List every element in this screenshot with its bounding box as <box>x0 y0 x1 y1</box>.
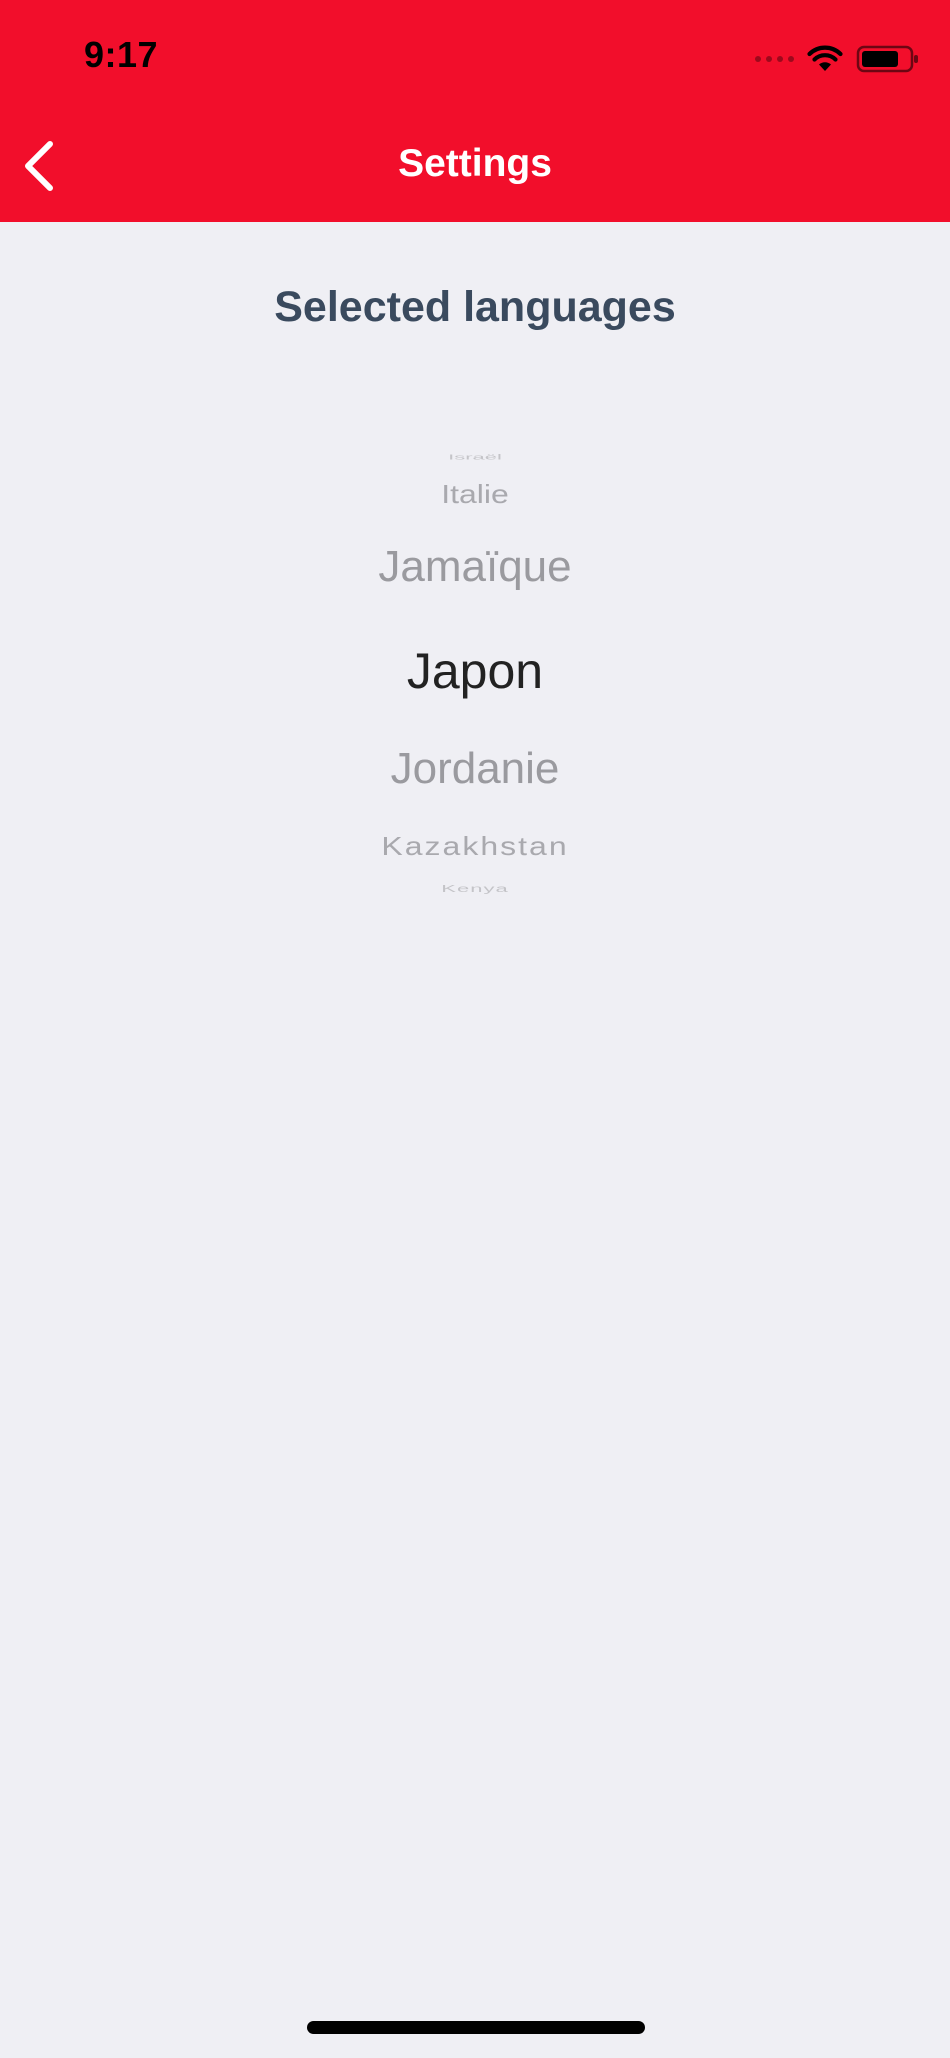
settings-screen: 9:17 Settings Selected languages Israël … <box>0 0 950 2058</box>
picker-item[interactable]: Kazakhstan <box>0 831 950 861</box>
picker-item[interactable]: Kenya <box>0 883 950 895</box>
picker-item[interactable]: Israël <box>0 452 950 461</box>
home-indicator <box>307 2021 645 2034</box>
section-title: Selected languages <box>274 283 676 331</box>
picker-item[interactable]: Italie <box>0 479 950 509</box>
page-title: Settings <box>398 142 552 185</box>
picker-item-selected[interactable]: Japon <box>0 642 950 700</box>
status-icons <box>755 42 920 76</box>
status-time: 9:17 <box>84 34 159 75</box>
wifi-icon <box>807 45 843 71</box>
battery-icon <box>856 45 918 73</box>
picker-item[interactable]: Jordanie <box>0 744 950 794</box>
picker-item[interactable]: Jamaïque <box>0 542 950 592</box>
language-picker[interactable]: Israël Italie Jamaïque Japon Jordanie Ka… <box>0 430 950 910</box>
header-bar: 9:17 Settings <box>0 0 950 222</box>
signal-icon <box>755 56 794 62</box>
